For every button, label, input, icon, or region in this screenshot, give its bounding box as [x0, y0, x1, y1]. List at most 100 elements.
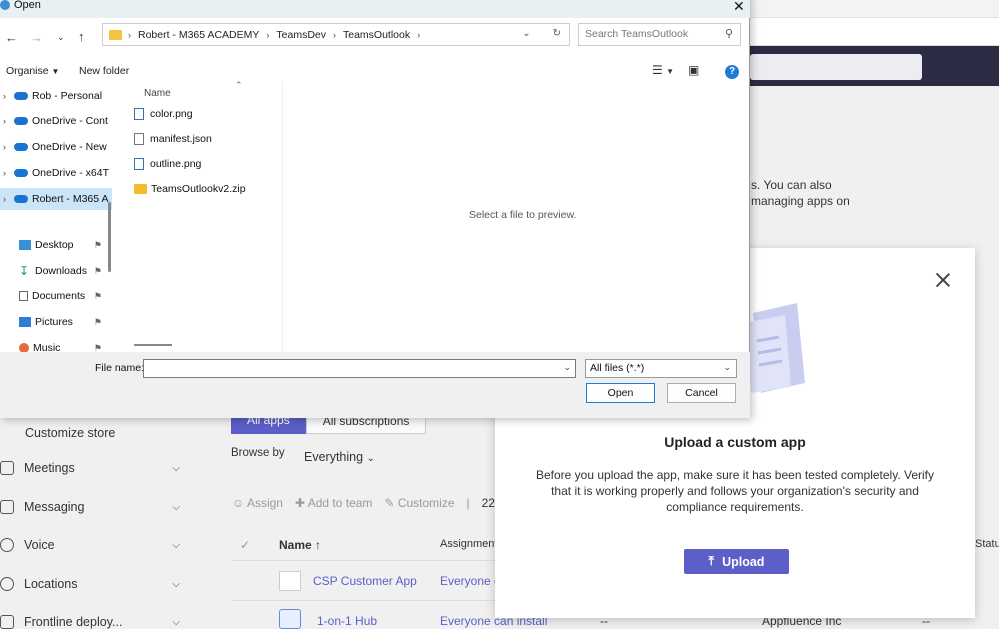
breadcrumb-item[interactable]: TeamsOutlook	[343, 29, 410, 41]
nav-frontline[interactable]: Frontline deploy... ⌵	[0, 610, 200, 629]
nav-voice[interactable]: Voice ⌵	[0, 533, 200, 557]
file-type-select[interactable]: All files (*.*) ⌄	[585, 359, 737, 378]
close-icon[interactable]: ✕	[733, 0, 745, 15]
navigation-pane: › Rob - Personal › OneDrive - Cont › One…	[0, 82, 112, 362]
nav-item-robert-m365[interactable]: › Robert - M365 A	[0, 188, 112, 210]
customize-button[interactable]: ✎ Customize	[384, 496, 454, 510]
file-name: TeamsOutlookv2.zip	[151, 183, 246, 195]
file-name-label: File name:	[95, 362, 145, 374]
back-arrow-icon[interactable]: ←	[5, 30, 18, 45]
documents-icon	[19, 291, 28, 301]
column-header-label: Name	[279, 538, 312, 552]
organise-menu[interactable]: Organise ▼	[6, 65, 59, 77]
assign-button[interactable]: ☺ Assign	[232, 496, 283, 510]
nav-item-label: OneDrive - x64T	[32, 167, 110, 179]
nav-item-rob-personal[interactable]: › Rob - Personal	[0, 85, 112, 107]
expand-chevron-icon[interactable]: ›	[0, 91, 14, 101]
address-bar[interactable]: › Robert - M365 ACADEMY › TeamsDev › Tea…	[102, 23, 570, 46]
zip-folder-icon	[134, 184, 147, 194]
column-header-status[interactable]: Status	[975, 538, 999, 550]
file-name: outline.png	[150, 158, 202, 170]
help-icon[interactable]: ?	[725, 65, 739, 79]
open-file-dialog: Open ✕ ← → ⌄ ↑ › Robert - M365 ACADEMY ›…	[0, 0, 750, 418]
up-arrow-icon[interactable]: ↑	[78, 29, 85, 44]
file-item[interactable]: outline.png	[134, 154, 201, 174]
quick-access-pictures[interactable]: Pictures ⚑	[0, 311, 112, 333]
file-item[interactable]: manifest.json	[134, 129, 212, 149]
folder-icon	[109, 29, 122, 40]
file-name-input[interactable]: ⌄	[143, 359, 576, 378]
add-to-team-label: Add to team	[307, 496, 373, 510]
browse-by-dropdown[interactable]: Everything ⌄	[304, 450, 375, 464]
filelist-scrollbar[interactable]	[134, 344, 172, 346]
onedrive-cloud-icon	[14, 92, 28, 100]
file-item[interactable]: color.png	[134, 104, 193, 124]
nav-label: Messaging	[24, 500, 85, 514]
admin-search-input[interactable]	[750, 54, 922, 80]
pin-icon[interactable]: ⚑	[94, 317, 102, 328]
quick-access-downloads[interactable]: ↧ Downloads ⚑	[0, 260, 112, 282]
admin-left-nav	[0, 418, 215, 629]
app-name-link[interactable]: 1-on-1 Hub	[317, 614, 377, 628]
row-divider	[231, 600, 495, 601]
open-button[interactable]: Open	[586, 383, 655, 403]
recent-locations-chevron-icon[interactable]: ⌄	[57, 32, 65, 43]
address-actions: ⌄ ↻	[522, 28, 561, 39]
view-options: ☰ ▼ ▣	[652, 63, 699, 77]
new-folder-button[interactable]: New folder	[79, 65, 129, 77]
nav-locations[interactable]: Locations ⌵	[0, 572, 200, 596]
quick-access-label: Pictures	[35, 316, 73, 328]
navpane-scrollbar[interactable]	[108, 202, 111, 272]
browser-tabbar	[750, 0, 999, 18]
json-file-icon	[134, 133, 144, 145]
quick-access-label: Documents	[32, 290, 86, 302]
nav-item-onedrive-x64t[interactable]: › OneDrive - x64T	[0, 162, 112, 184]
chevron-down-icon: ⌄	[723, 362, 731, 372]
address-history-chevron-icon[interactable]: ⌄	[522, 28, 530, 39]
nav-item-onedrive-new[interactable]: › OneDrive - New	[0, 136, 112, 158]
breadcrumb-separator: ›	[266, 29, 270, 40]
close-icon[interactable]	[935, 272, 951, 288]
browser-address-bar	[750, 18, 999, 46]
expand-chevron-icon[interactable]: ›	[0, 116, 14, 126]
column-header-name[interactable]: Name	[144, 88, 171, 99]
quick-access-documents[interactable]: Documents ⚑	[0, 285, 112, 307]
preview-pane-icon[interactable]: ▣	[688, 63, 699, 77]
chevron-down-icon: ⌄	[366, 453, 375, 464]
pin-icon[interactable]: ⚑	[94, 240, 102, 251]
search-input[interactable]: Search TeamsOutlook ⚲	[578, 23, 741, 46]
chevron-down-icon: ⌵	[172, 616, 180, 628]
pin-icon[interactable]: ⚑	[94, 266, 102, 277]
cancel-button[interactable]: Cancel	[667, 383, 736, 403]
sort-chevron-up-icon: ⌃	[235, 80, 243, 90]
dialog-titlebar: Open ✕	[0, 0, 750, 18]
chevron-down-icon: ⌵	[172, 539, 180, 551]
desktop-icon	[19, 240, 31, 250]
expand-chevron-icon[interactable]: ›	[0, 168, 14, 178]
file-item[interactable]: TeamsOutlookv2.zip	[134, 179, 246, 199]
expand-chevron-icon[interactable]: ›	[0, 142, 14, 152]
chevron-down-icon[interactable]: ⌄	[563, 362, 571, 373]
upload-button[interactable]: ⤒ Upload	[684, 549, 789, 574]
breadcrumb-item[interactable]: Robert - M365 ACADEMY	[138, 29, 259, 41]
onedrive-cloud-icon	[14, 117, 28, 125]
breadcrumb-item[interactable]: TeamsDev	[276, 29, 326, 41]
quick-access-desktop[interactable]: Desktop ⚑	[0, 234, 112, 256]
app-name-link[interactable]: CSP Customer App	[313, 574, 417, 588]
pin-icon[interactable]: ⚑	[94, 291, 102, 302]
nav-meetings[interactable]: Meetings ⌵	[0, 456, 200, 480]
select-all-checkbox[interactable]: ✓	[240, 538, 250, 552]
nav-label: Customize store	[25, 426, 116, 440]
globe-icon	[0, 577, 14, 591]
view-list-icon[interactable]: ☰ ▼	[652, 63, 674, 77]
nav-messaging[interactable]: Messaging ⌵	[0, 495, 200, 519]
add-to-team-button[interactable]: ✚ Add to team	[295, 496, 372, 510]
nav-customize-store[interactable]: Customize store	[0, 421, 200, 445]
forward-arrow-icon[interactable]: →	[30, 30, 43, 45]
refresh-icon[interactable]: ↻	[553, 28, 561, 39]
column-header-name[interactable]: Name ↑	[279, 538, 321, 552]
app-logo-icon	[0, 0, 10, 10]
nav-item-onedrive-cont[interactable]: › OneDrive - Cont	[0, 110, 112, 132]
upload-icon: ⤒	[708, 554, 715, 568]
expand-chevron-icon[interactable]: ›	[0, 194, 14, 204]
